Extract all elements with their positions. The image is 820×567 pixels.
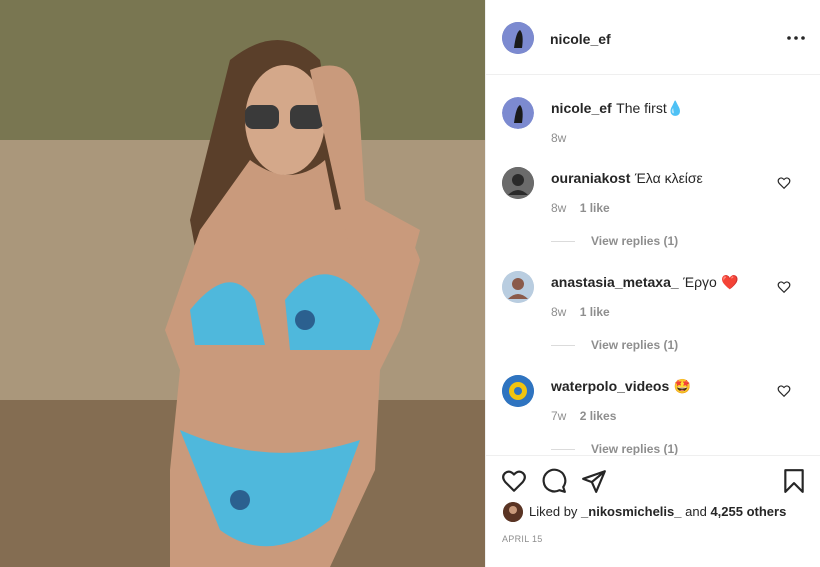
caption-text-line: nicole_ef The first💧: [551, 100, 684, 118]
post-actions-section: Liked by _nikosmichelis_ and 4,255 other…: [486, 455, 820, 567]
post-date[interactable]: APRIL 15: [502, 534, 543, 544]
liked-by-others[interactable]: 4,255 others: [710, 504, 786, 519]
view-replies-button[interactable]: View replies (1): [551, 338, 678, 352]
comment-likes[interactable]: 1 like: [580, 201, 610, 215]
like-comment-heart-icon[interactable]: [777, 280, 791, 294]
comments-list[interactable]: nicole_ef The first💧 8w ouraniakost Έλα …: [486, 75, 820, 455]
comment-text: Έργο: [683, 274, 717, 290]
liked-by-user[interactable]: _nikosmichelis_: [581, 504, 681, 519]
comment-emoji: 🤩: [673, 378, 692, 394]
avatar-photo-icon: [503, 502, 523, 522]
comment-text: Έλα κλείσε: [634, 170, 703, 186]
avatar-silhouette-icon: [502, 97, 534, 129]
more-icon: [787, 36, 805, 40]
view-replies-button[interactable]: View replies (1): [551, 234, 678, 248]
commenter-avatar[interactable]: [502, 167, 534, 199]
avatar-photo-icon: [502, 271, 534, 303]
commenter-avatar[interactable]: [502, 271, 534, 303]
commenter-avatar[interactable]: [502, 375, 534, 407]
avatar-silhouette-icon: [502, 22, 534, 54]
liker-avatar[interactable]: [503, 502, 523, 522]
like-comment-heart-icon[interactable]: [777, 176, 791, 190]
heart-icon[interactable]: [501, 468, 527, 494]
comment-emoji: ❤️: [721, 274, 739, 290]
avatar-photo-icon: [502, 167, 534, 199]
post-photo[interactable]: [0, 0, 485, 567]
comment-username[interactable]: waterpolo_videos: [551, 378, 669, 394]
comment-text-line: waterpolo_videos 🤩: [551, 378, 691, 396]
author-avatar[interactable]: [502, 97, 534, 129]
likes-summary: Liked by _nikosmichelis_ and 4,255 other…: [529, 504, 786, 519]
comment-username[interactable]: ouraniakost: [551, 170, 630, 186]
comment-meta: 7w 2 likes: [551, 409, 616, 423]
like-comment-heart-icon[interactable]: [777, 384, 791, 398]
comment-age: 7w: [551, 409, 567, 423]
comment-age: 8w: [551, 305, 567, 319]
liked-by-prefix: Liked by: [529, 504, 578, 519]
comment-meta: 8w 1 like: [551, 305, 610, 319]
author-avatar[interactable]: [502, 22, 534, 54]
comment-age: 8w: [551, 201, 567, 215]
comment-meta: 8w 1 like: [551, 201, 610, 215]
post-side-panel: nicole_ef nicole_ef The first💧 8w ourani…: [485, 0, 820, 567]
comment-text-line: anastasia_metaxa_ Έργο ❤️: [551, 274, 739, 292]
replies-divider: [551, 241, 575, 243]
replies-divider: [551, 449, 575, 451]
comment-icon[interactable]: [541, 468, 567, 494]
share-icon[interactable]: [581, 468, 607, 494]
caption-username[interactable]: nicole_ef: [551, 100, 612, 116]
bookmark-icon[interactable]: [781, 468, 807, 494]
view-replies-button[interactable]: View replies (1): [551, 442, 678, 455]
caption-emoji: 💧: [666, 100, 685, 116]
caption-age: 8w: [551, 131, 567, 145]
caption-text: The first: [616, 100, 667, 116]
author-username[interactable]: nicole_ef: [550, 31, 611, 47]
view-replies-label: View replies (1): [591, 442, 679, 455]
avatar-logo-icon: [502, 375, 534, 407]
photo-illustration: [0, 0, 485, 567]
replies-divider: [551, 345, 575, 347]
comment-likes[interactable]: 1 like: [580, 305, 610, 319]
liked-by-and: and: [685, 504, 707, 519]
post-header: nicole_ef: [486, 0, 820, 75]
view-replies-label: View replies (1): [591, 338, 679, 352]
comment-text-line: ouraniakost Έλα κλείσε: [551, 170, 703, 188]
comment-likes[interactable]: 2 likes: [580, 409, 617, 423]
more-options-button[interactable]: [785, 27, 807, 49]
comment-username[interactable]: anastasia_metaxa_: [551, 274, 679, 290]
view-replies-label: View replies (1): [591, 234, 679, 248]
